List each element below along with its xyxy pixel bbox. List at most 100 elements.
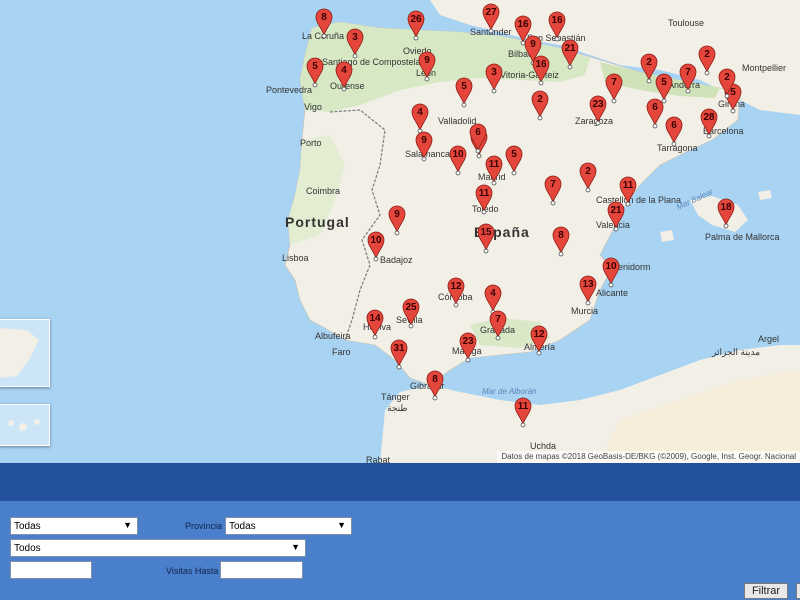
marker-point-icon: [537, 115, 543, 121]
marker-point-icon: [495, 335, 501, 341]
marker-count: 31: [393, 343, 405, 354]
marker-count: 5: [730, 87, 736, 98]
marker-point-icon: [321, 33, 327, 39]
marker-point-icon: [613, 226, 619, 232]
city-label: طنجة: [387, 403, 408, 413]
marker-count: 3: [352, 32, 358, 43]
city-label: Tarragona: [657, 143, 698, 153]
filter-select-2[interactable]: Todos ▼: [10, 539, 306, 557]
marker-count: 11: [518, 401, 529, 412]
marker-point-icon: [661, 98, 667, 104]
marker-count: 27: [485, 7, 497, 18]
marker-count: 5: [461, 81, 467, 92]
marker-count: 2: [704, 49, 710, 60]
city-label: Porto: [300, 138, 322, 148]
city-label: Coimbra: [306, 186, 340, 196]
marker-point-icon: [536, 350, 542, 356]
marker-count: 5: [511, 149, 517, 160]
app-root: Portugal España Mar de Alborán Mar Balea…: [0, 0, 800, 600]
marker-count: 7: [685, 67, 691, 78]
marker-point-icon: [567, 64, 573, 70]
marker-point-icon: [550, 200, 556, 206]
marker-point-icon: [373, 256, 379, 262]
map-canvas[interactable]: Portugal España Mar de Alborán Mar Balea…: [0, 0, 800, 463]
visitas-hasta-input[interactable]: [220, 561, 303, 579]
filter-select-1[interactable]: Todas ▼: [10, 517, 138, 535]
sea-label-alboran: Mar de Alborán: [482, 387, 537, 396]
marker-count: 9: [424, 55, 430, 66]
marker-count: 21: [564, 43, 576, 54]
marker-point-icon: [352, 53, 358, 59]
marker-count: 23: [592, 99, 604, 110]
marker-point-icon: [595, 120, 601, 126]
marker-count: 7: [611, 77, 617, 88]
chevron-down-icon: ▼: [291, 542, 300, 552]
marker-point-icon: [488, 28, 494, 34]
marker-count: 2: [724, 72, 730, 83]
marker-point-icon: [432, 395, 438, 401]
marker-point-icon: [475, 148, 481, 154]
city-label: Alicante: [596, 288, 628, 298]
header-band: [0, 463, 800, 501]
marker-count: 5: [661, 77, 667, 88]
marker-count: 7: [495, 314, 501, 325]
marker-count: 10: [452, 149, 464, 160]
filter-select-2-value: Todos: [14, 542, 41, 554]
map-thumbnail-canarias[interactable]: [0, 404, 50, 446]
marker-point-icon: [483, 248, 489, 254]
marker-point-icon: [585, 187, 591, 193]
marker-point-icon: [554, 36, 560, 42]
marker-point-icon: [491, 88, 497, 94]
marker-point-icon: [520, 40, 526, 46]
marker-count: 16: [551, 15, 563, 26]
marker-point-icon: [408, 323, 414, 329]
city-label: Valladolid: [438, 116, 476, 126]
filter-select-1-value: Todas: [14, 520, 41, 532]
city-label: Vitoria-Gasteiz: [500, 70, 559, 80]
marker-count: 3: [491, 67, 497, 78]
provincia-select[interactable]: Todas ▼: [225, 517, 352, 535]
filter-button[interactable]: Filtrar: [744, 583, 788, 599]
marker-point-icon: [421, 156, 427, 162]
map-svg[interactable]: Portugal España Mar de Alborán Mar Balea…: [0, 0, 800, 463]
visitas-desde-input[interactable]: [10, 561, 92, 579]
marker-count: 4: [490, 288, 496, 299]
city-label: Argel: [758, 334, 779, 344]
marker-point-icon: [704, 70, 710, 76]
city-label: Uchda: [530, 441, 556, 451]
marker-point-icon: [372, 334, 378, 340]
city-label: مدينة الجزائر: [711, 347, 760, 358]
marker-point-icon: [520, 422, 526, 428]
marker-point-icon: [652, 123, 658, 129]
marker-point-icon: [706, 133, 712, 139]
city-label: Tánger: [381, 392, 410, 402]
marker-point-icon: [424, 76, 430, 82]
provincia-label: Provincia: [185, 521, 223, 531]
marker-point-icon: [538, 80, 544, 86]
marker-point-icon: [511, 170, 517, 176]
marker-count: 6: [475, 127, 481, 138]
marker-count: 10: [605, 261, 617, 272]
marker-point-icon: [491, 180, 497, 186]
provincia-select-value: Todas: [229, 520, 256, 532]
marker-point-icon: [625, 201, 631, 207]
visitas-hasta-label: Visitas Hasta: [166, 566, 219, 576]
map-thumbnail-peninsula[interactable]: [0, 319, 50, 387]
marker-point-icon: [646, 78, 652, 84]
marker-count: 18: [720, 202, 732, 213]
marker-count: 12: [450, 281, 462, 292]
secondary-button[interactable]: [796, 583, 800, 599]
marker-point-icon: [481, 209, 487, 215]
thumbnail-canarias-icon: [0, 405, 49, 445]
marker-point-icon: [724, 93, 730, 99]
marker-point-icon: [608, 282, 614, 288]
marker-count: 2: [585, 166, 591, 177]
city-label: Ourense: [330, 81, 365, 91]
marker-point-icon: [558, 251, 564, 257]
city-label: Montpellier: [742, 63, 786, 73]
marker-point-icon: [723, 223, 729, 229]
city-label: Vigo: [304, 102, 322, 112]
marker-count: 6: [652, 102, 658, 113]
marker-count: 16: [517, 19, 529, 30]
marker-count: 2: [646, 57, 652, 68]
